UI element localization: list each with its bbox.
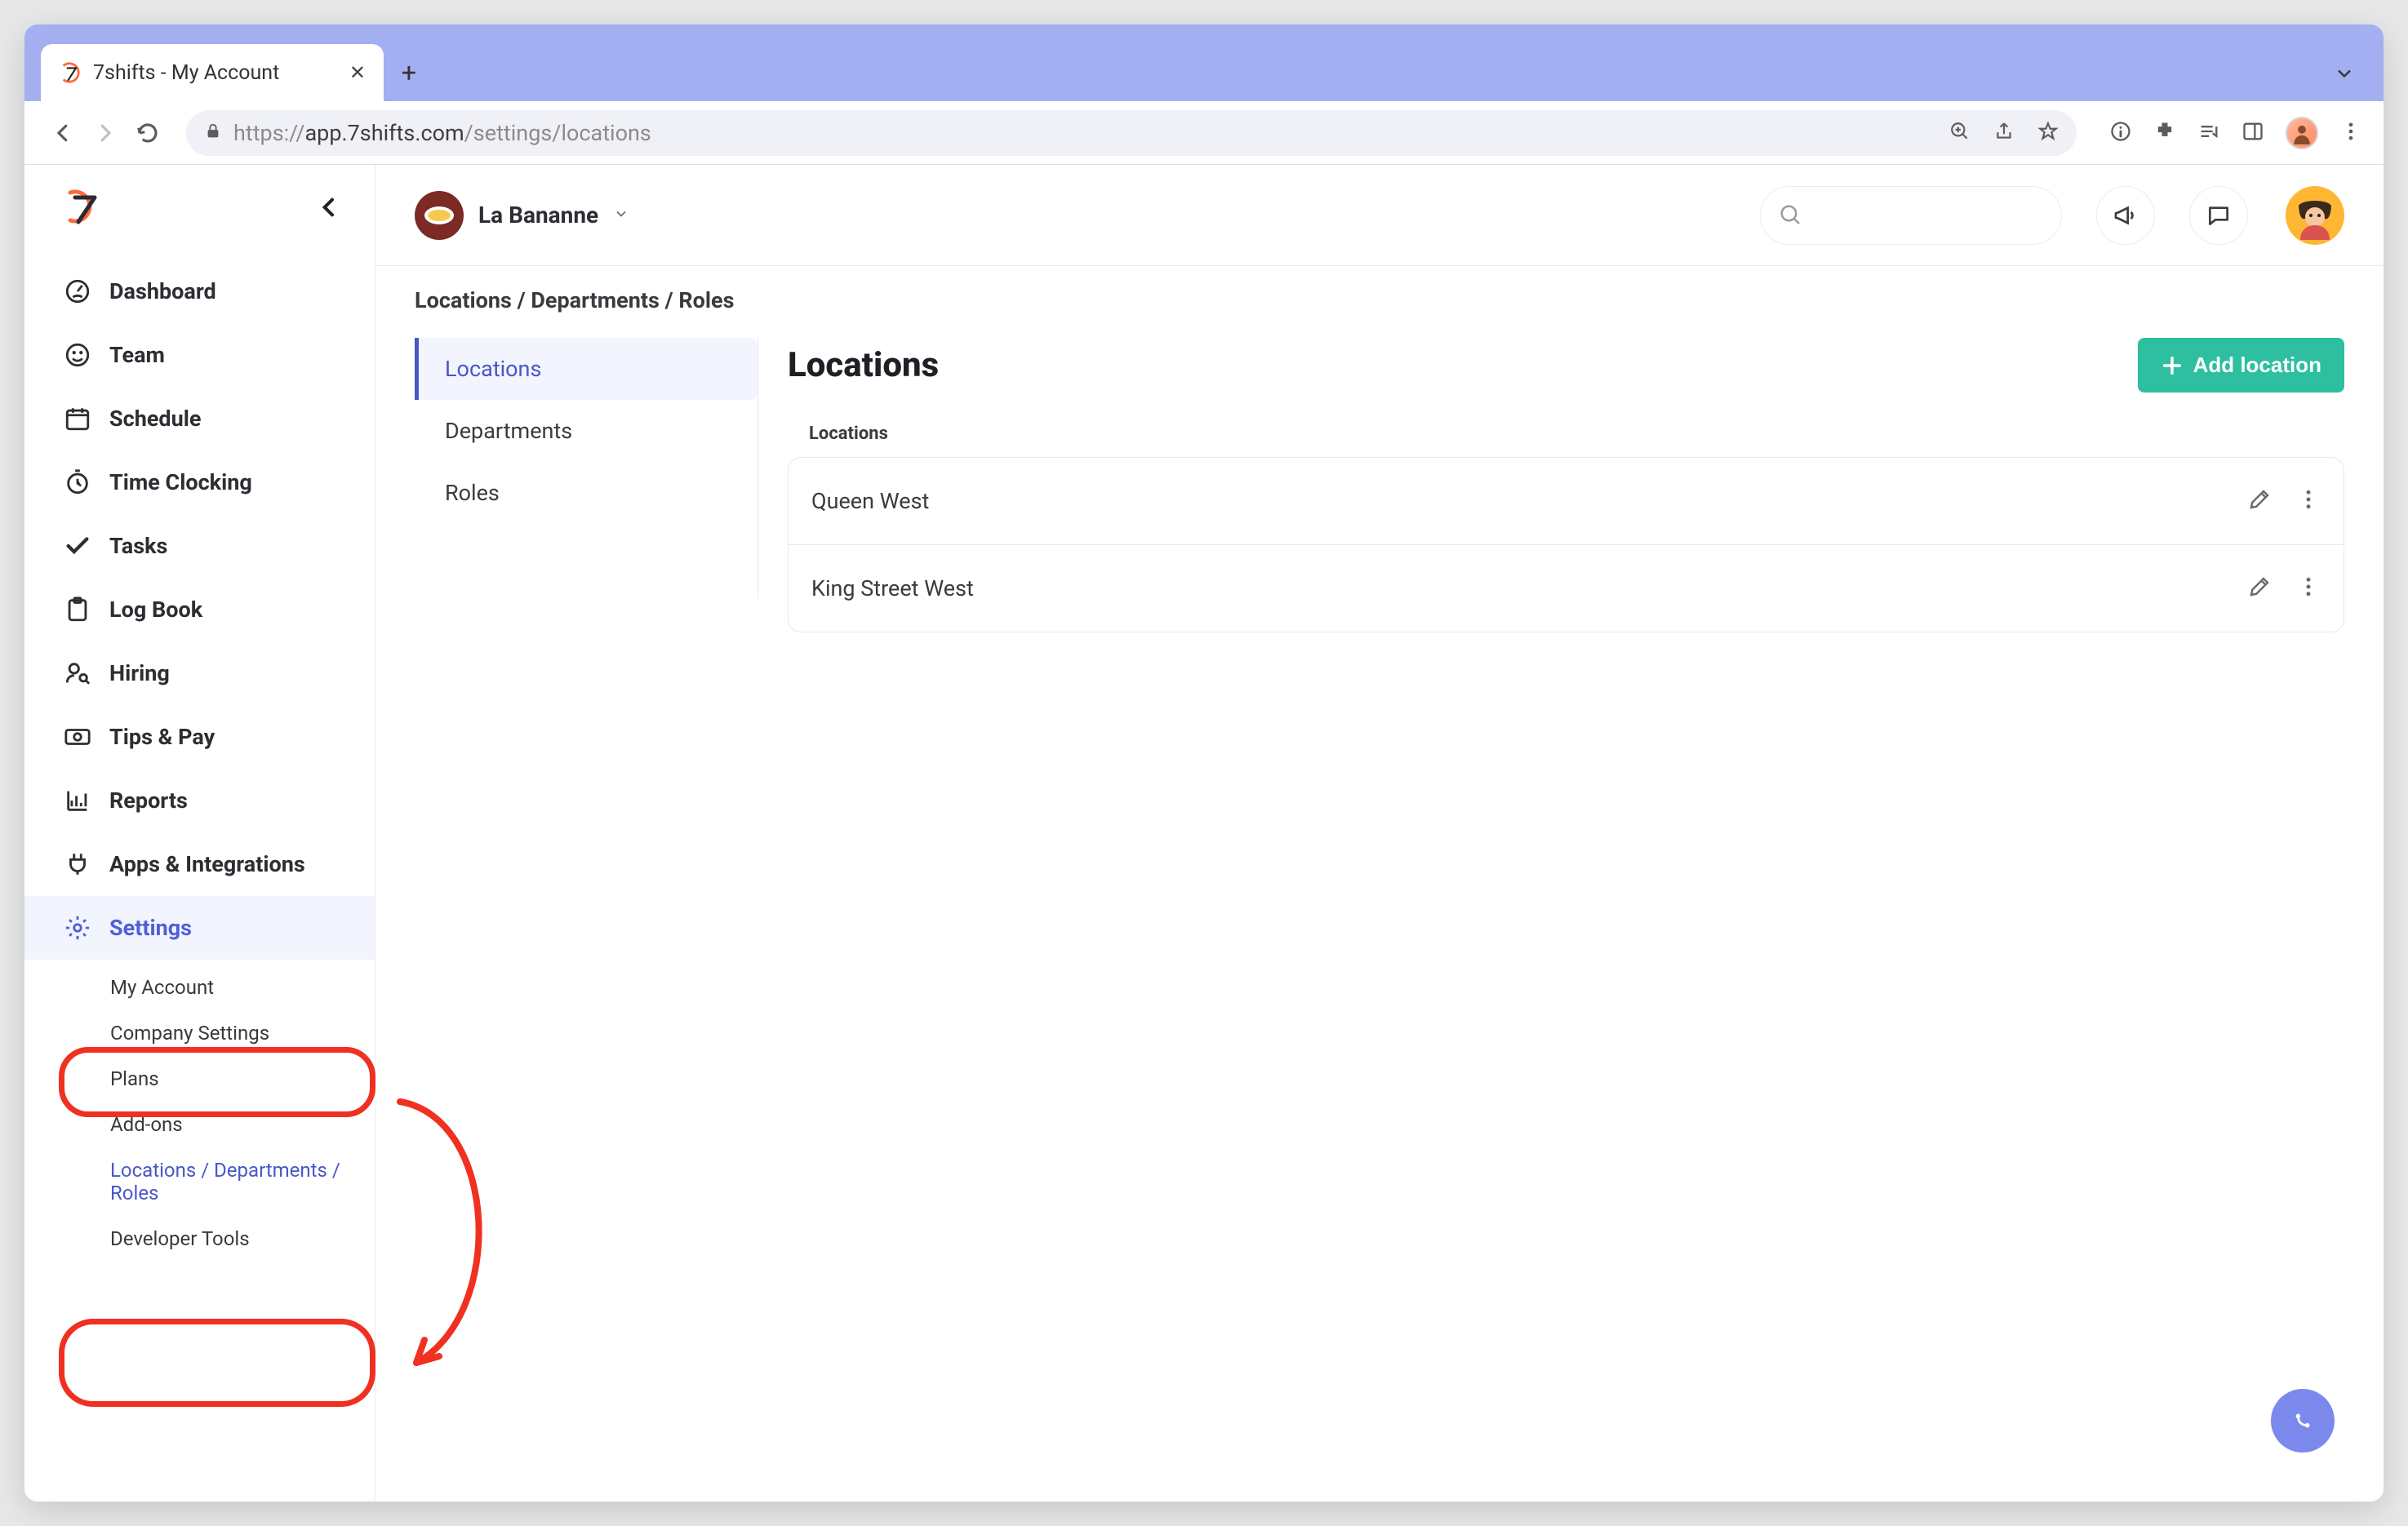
subtab-departments[interactable]: Departments	[415, 400, 757, 462]
table-column-header: Locations	[788, 424, 2344, 457]
help-fab[interactable]	[2271, 1389, 2335, 1453]
user-avatar[interactable]	[2286, 186, 2344, 245]
edit-icon[interactable]	[2247, 574, 2272, 602]
sidebar-item-integrations[interactable]: Apps & Integrations	[24, 832, 375, 896]
lock-icon	[204, 122, 222, 144]
sidebar-label: Schedule	[109, 406, 201, 432]
info-icon[interactable]	[2109, 120, 2132, 146]
sidebar-item-tipspay[interactable]: Tips & Pay	[24, 705, 375, 769]
sidebar-item-settings[interactable]: Settings	[24, 896, 375, 960]
chart-icon	[64, 787, 91, 814]
check-icon	[64, 532, 91, 560]
subnav-plans[interactable]: Plans	[110, 1056, 375, 1102]
media-icon[interactable]	[2197, 120, 2220, 146]
org-selector[interactable]: La Bananne	[415, 191, 629, 240]
kebab-menu-icon[interactable]	[2339, 120, 2362, 146]
zoom-icon[interactable]	[1949, 121, 1970, 145]
extensions-icon[interactable]	[2153, 120, 2176, 146]
location-name: King Street West	[811, 575, 974, 601]
favicon-7shifts	[59, 61, 82, 84]
sidebar-label: Tips & Pay	[109, 724, 215, 750]
add-location-button[interactable]: Add location	[2138, 338, 2344, 393]
sidebar-label: Tasks	[109, 533, 167, 559]
subnav-add-ons[interactable]: Add-ons	[110, 1102, 375, 1147]
location-row[interactable]: Queen West	[789, 458, 2344, 545]
panel-icon[interactable]	[2241, 120, 2264, 146]
subnav-locations-dept-roles[interactable]: Locations / Departments / Roles	[110, 1147, 375, 1216]
sidebar-item-dashboard[interactable]: Dashboard	[24, 260, 375, 323]
gear-icon	[64, 914, 91, 942]
announcements-icon[interactable]	[2096, 186, 2155, 245]
location-row[interactable]: King Street West	[789, 545, 2344, 632]
topbar: La Bananne	[375, 165, 2384, 266]
breadcrumb: Locations / Departments / Roles	[415, 287, 2344, 330]
logo-7shifts[interactable]	[64, 188, 103, 227]
profile-avatar[interactable]	[2286, 117, 2318, 149]
browser-toolbar: https://app.7shifts.com/settings/locatio…	[24, 101, 2384, 165]
browser-tab[interactable]: 7shifts - My Account ✕	[41, 44, 384, 101]
sidebar-label: Team	[109, 342, 165, 368]
new-tab-button[interactable]: +	[389, 52, 429, 93]
settings-subnav: My Account Company Settings Plans Add-on…	[24, 960, 375, 1266]
chevron-down-icon[interactable]	[2333, 62, 2356, 88]
location-name: Queen West	[811, 488, 929, 514]
url-text: https://app.7shifts.com/settings/locatio…	[233, 120, 1938, 146]
sidebar-item-logbook[interactable]: Log Book	[24, 578, 375, 641]
page-title: Locations	[788, 345, 939, 385]
clipboard-icon	[64, 596, 91, 623]
browser-tabstrip: 7shifts - My Account ✕ +	[24, 24, 2384, 101]
sidebar-label: Time Clocking	[109, 469, 252, 495]
back-button[interactable]	[46, 116, 80, 150]
sidebar-item-hiring[interactable]: Hiring	[24, 641, 375, 705]
address-bar[interactable]: https://app.7shifts.com/settings/locatio…	[186, 110, 2077, 156]
edit-icon[interactable]	[2247, 487, 2272, 515]
org-name: La Bananne	[478, 202, 598, 228]
sidebar-label: Log Book	[109, 597, 202, 623]
sidebar-item-schedule[interactable]: Schedule	[24, 387, 375, 450]
subnav-developer-tools[interactable]: Developer Tools	[110, 1216, 375, 1262]
add-location-label: Add location	[2193, 353, 2321, 378]
dashboard-icon	[64, 277, 91, 305]
sidebar-label: Apps & Integrations	[109, 851, 305, 877]
subtab-locations[interactable]: Locations	[415, 338, 757, 400]
person-search-icon	[64, 659, 91, 687]
sidebar-item-reports[interactable]: Reports	[24, 769, 375, 832]
team-icon	[64, 341, 91, 369]
chevron-down-icon	[613, 206, 629, 225]
sub-tabs: Locations Departments Roles	[415, 330, 757, 632]
sidebar-label: Settings	[109, 915, 192, 941]
calendar-icon	[64, 405, 91, 433]
sidebar-item-team[interactable]: Team	[24, 323, 375, 387]
tab-title: 7shifts - My Account	[93, 61, 335, 85]
url-host: app.7shifts.com	[305, 120, 464, 146]
sidebar-label: Dashboard	[109, 278, 216, 304]
subnav-company-settings[interactable]: Company Settings	[110, 1010, 375, 1056]
subnav-my-account[interactable]: My Account	[110, 965, 375, 1010]
search-input[interactable]	[1760, 186, 2062, 245]
close-tab-icon[interactable]: ✕	[346, 58, 369, 87]
star-icon[interactable]	[2037, 121, 2059, 145]
org-avatar	[415, 191, 464, 240]
plug-icon	[64, 850, 91, 878]
divider	[757, 338, 758, 599]
kebab-menu-icon[interactable]	[2296, 487, 2321, 515]
sidebar-label: Reports	[109, 787, 188, 814]
location-list: Queen West King Street West	[788, 457, 2344, 632]
reload-button[interactable]	[131, 116, 165, 150]
sidebar-item-tasks[interactable]: Tasks	[24, 514, 375, 578]
sidebar-item-timeclock[interactable]: Time Clocking	[24, 450, 375, 514]
money-icon	[64, 723, 91, 751]
subtab-roles[interactable]: Roles	[415, 462, 757, 524]
kebab-menu-icon[interactable]	[2296, 574, 2321, 602]
forward-button[interactable]	[88, 116, 122, 150]
stopwatch-icon	[64, 468, 91, 496]
collapse-sidebar-icon[interactable]	[316, 194, 342, 220]
url-prefix: https://	[233, 120, 305, 146]
share-icon[interactable]	[1993, 121, 2015, 145]
sidebar: Dashboard Team Schedule Time Clocking Ta…	[24, 165, 375, 1502]
messages-icon[interactable]	[2189, 186, 2248, 245]
url-path: /settings/locations	[464, 120, 651, 146]
sidebar-label: Hiring	[109, 660, 170, 686]
